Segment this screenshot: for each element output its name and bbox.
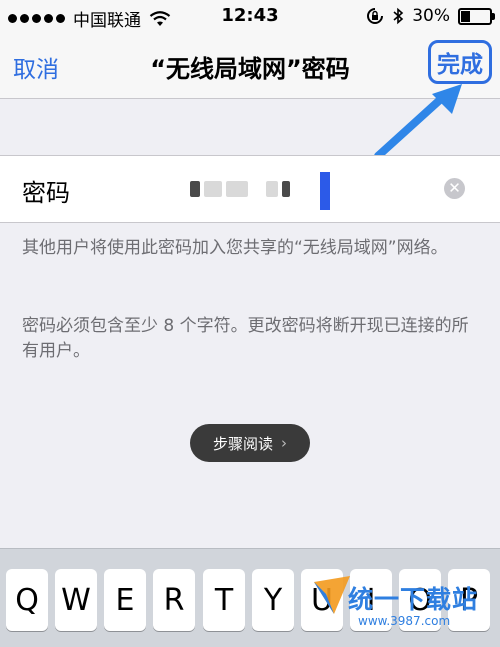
key-t[interactable]: T [203,569,245,631]
done-button[interactable]: 完成 [428,40,492,84]
text-cursor [320,172,330,210]
key-r[interactable]: R [153,569,195,631]
rotation-lock-icon [367,8,384,24]
cancel-button[interactable]: 取消 [13,50,59,84]
password-requirement-note: 密码必须包含至少 8 个字符。更改密码将断开现已连接的所有用户。 [22,316,469,361]
chevron-right-icon: › [281,434,287,452]
password-label: 密码 [22,179,70,207]
clear-text-button[interactable]: ✕ [444,178,465,199]
key-q[interactable]: Q [6,569,48,631]
key-w[interactable]: W [55,569,97,631]
battery-icon [458,7,495,25]
password-value-obscured [190,180,310,198]
status-bar: 中国联通 12:43 30% [0,0,500,34]
bluetooth-icon [393,7,404,25]
key-u[interactable]: U [301,569,343,631]
key-e[interactable]: E [104,569,146,631]
status-right: 30% [366,6,495,26]
share-info-note: 其他用户将使用此密码加入您共享的“无线局域网”网络。 [22,238,448,258]
highlight-arrow-icon [374,84,462,160]
key-o[interactable]: O [399,569,441,631]
key-p[interactable]: P [448,569,490,631]
key-i[interactable]: I [350,569,392,631]
battery-percent: 30% [412,6,450,26]
page-title: “无线局域网”密码 [150,55,350,83]
step-reading-label: 步骤阅读 [212,434,273,453]
field-bottom-separator [0,222,500,223]
password-field-row[interactable]: 密码 [0,156,500,222]
keyboard: Q W E R T Y U I O P [0,548,500,647]
step-reading-button[interactable]: 步骤阅读 › [190,424,310,462]
key-y[interactable]: Y [252,569,294,631]
